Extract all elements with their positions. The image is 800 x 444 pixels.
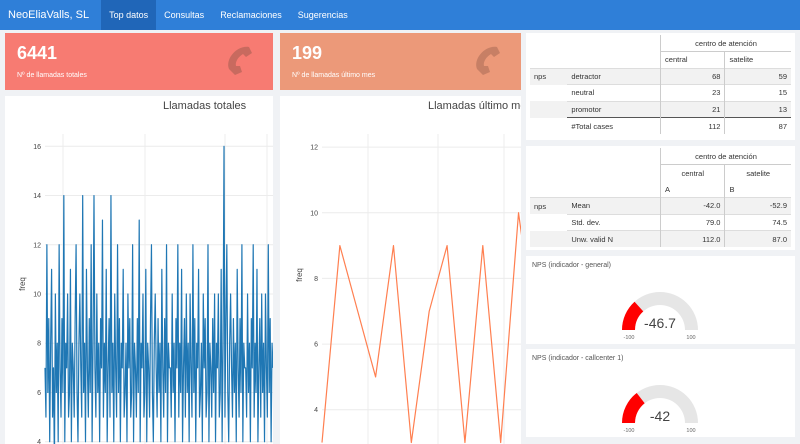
y-tick-label: 8 [314,276,318,283]
tab-top-datos[interactable]: Top datos [101,0,157,30]
table2-col-central: central [660,164,725,181]
y-tick-label: 10 [33,292,41,299]
table2-cell: 87.0 [724,230,791,247]
table2-row-var: nps [530,197,568,214]
table1-row-label: #Total cases [567,117,661,134]
total-calls-value: 6441 [17,43,58,63]
tab-sugerencias[interactable]: Sugerencias [290,0,356,30]
brand-title[interactable]: NeoEliaValls, SL [0,9,101,21]
value-box-total-calls: 6441 Nº de llamadas totales [5,33,273,90]
table1-cell: 112 [660,117,725,134]
last-month-calls-value: 199 [292,43,323,63]
gauge-min-label: -100 [623,335,634,341]
y-tick-label: 4 [314,407,318,414]
navbar: NeoEliaValls, SL Top datos Consultas Rec… [0,0,800,30]
last-month-calls-label: Nº de llamadas último mes [292,72,376,79]
table1-row-var: nps [530,67,568,85]
line-chart-total-calls[interactable]: 4 6 8 10 12 14 16 freq [5,96,273,444]
y-axis-label: freq [295,268,304,282]
table1-cell: 23 [660,84,725,101]
table2-col-satelite: satelite [724,164,791,181]
table1-col-central: central [660,51,725,68]
table2-cell: 79.0 [660,213,725,231]
crosstab-nps-stats: centro de atención central satelite A B … [526,146,795,250]
table1-cell: 15 [724,84,791,101]
table2-cell: -42.0 [660,197,725,214]
chart-panel-total-calls: Llamadas totales 4 6 8 10 12 14 16 freq [5,96,273,444]
y-tick-label: 12 [310,145,318,152]
line-chart-last-month-calls[interactable]: 4 6 8 10 12 freq [280,96,521,444]
table1-row-label: detractor [567,67,661,85]
phone-icon [476,46,500,75]
table1-cell: 59 [724,67,791,85]
gauge-panel-nps-callcenter: NPS (indicador - callcenter 1) -42 -100 10… [526,349,795,437]
table2-row-label: Mean [567,197,661,214]
value-box-last-month-calls: 199 Nº de llamadas último mes [280,33,521,90]
table2-col-letter-a: A [660,181,725,198]
y-tick-label: 6 [37,390,41,397]
chart-panel-last-month-calls: Llamadas último mes 4681012freq [280,96,521,444]
total-calls-label: Nº de llamadas totales [17,72,87,79]
y-axis-label: freq [18,277,27,291]
table2-cell: 74.5 [724,213,791,231]
y-tick-label: 14 [33,193,41,200]
y-tick-label: 4 [37,439,41,444]
gauge-nps-callcenter: -42 -100 100 [622,385,698,434]
gauge-value: -46.7 [644,315,676,331]
gauge-min-label: -100 [623,428,634,434]
tab-reclamaciones[interactable]: Reclamaciones [212,0,290,30]
phone-icon [228,46,252,75]
table1-row-label: promotor [567,100,661,118]
table2-row-label: Unw. valid N [567,230,661,247]
series-line[interactable] [44,145,273,444]
crosstab-nps-counts: centro de atención central satelite nps … [526,33,795,140]
table1-cell: 87 [724,117,791,134]
table2-row-label: Std. dev. [567,213,661,231]
table1-cell: 13 [724,100,791,118]
table1-cell: 68 [660,67,725,85]
gauge-nps-general: -46.7 -100 100 [622,292,698,341]
series-line[interactable] [321,212,521,444]
y-tick-label: 12 [33,242,41,249]
table2-cell: -52.9 [724,197,791,214]
table2-cell: 112.0 [660,230,725,247]
y-tick-label: 6 [314,342,318,349]
gauge-panel-nps-general: NPS (indicador - general) -46.7 -100 100 [526,256,795,344]
y-tick-label: 10 [310,210,318,217]
table1-cell: 21 [660,100,725,118]
y-tick-label: 16 [33,144,41,151]
table2-group-header: centro de atención [660,148,791,165]
table1-row-label: neutral [567,84,661,101]
y-tick-label: 8 [37,341,41,348]
gauge-max-label: 100 [686,428,695,434]
table1-group-header: centro de atención [660,35,791,52]
gauge-max-label: 100 [686,335,695,341]
gauge-value: -42 [650,408,670,424]
table1-col-satelite: satelite [724,51,791,68]
tab-consultas[interactable]: Consultas [156,0,212,30]
table2-col-letter-b: B [724,181,791,198]
